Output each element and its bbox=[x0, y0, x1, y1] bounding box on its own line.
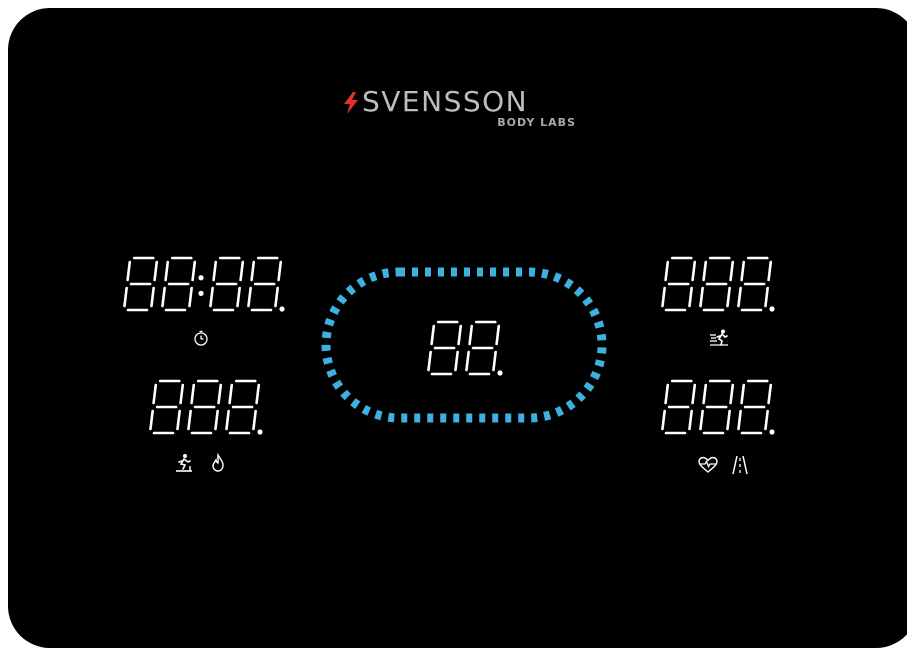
segment-digit bbox=[149, 379, 185, 435]
segment-e bbox=[737, 286, 742, 308]
segment-f bbox=[740, 383, 746, 405]
segment-c bbox=[764, 409, 769, 431]
segment-digit bbox=[225, 379, 261, 435]
segment-e bbox=[123, 286, 128, 308]
brand-subtitle: BODY LABS bbox=[497, 116, 576, 129]
heart-rate-icon bbox=[698, 456, 718, 473]
segment-digit bbox=[699, 256, 735, 312]
segment-e bbox=[247, 286, 252, 308]
segment-c bbox=[274, 286, 279, 308]
segment-e bbox=[187, 409, 192, 431]
segment-c bbox=[150, 286, 155, 308]
segment-b bbox=[729, 260, 735, 282]
segment-f bbox=[702, 260, 708, 282]
decimal-point bbox=[769, 306, 775, 312]
segment-c bbox=[176, 409, 181, 431]
brand-name: SVENSSON bbox=[362, 85, 529, 118]
progress-track bbox=[321, 267, 607, 423]
segment-b bbox=[255, 383, 261, 405]
segment-e bbox=[209, 286, 214, 308]
segment-e bbox=[661, 286, 666, 308]
segment-c bbox=[688, 286, 693, 308]
segment-f bbox=[126, 260, 132, 282]
segment-f bbox=[152, 383, 158, 405]
lightning-bolt-icon bbox=[344, 92, 358, 114]
segment-b bbox=[767, 260, 773, 282]
segment-f bbox=[664, 383, 670, 405]
segment-c bbox=[726, 409, 731, 431]
segment-f bbox=[228, 383, 234, 405]
flame-icon bbox=[212, 453, 224, 472]
segment-digit bbox=[661, 256, 697, 312]
segment-c bbox=[688, 409, 693, 431]
segment-e bbox=[225, 409, 230, 431]
bottom-right-display bbox=[661, 379, 775, 435]
segment-f bbox=[250, 260, 256, 282]
segment-digit bbox=[661, 379, 697, 435]
segment-digit bbox=[123, 256, 159, 312]
top-right-display bbox=[661, 256, 775, 312]
colon-dot bbox=[198, 290, 204, 296]
segment-digit bbox=[187, 379, 223, 435]
time-display bbox=[123, 256, 285, 312]
segment-b bbox=[191, 260, 197, 282]
segment-digit bbox=[209, 256, 245, 312]
segment-f bbox=[164, 260, 170, 282]
segment-b bbox=[729, 383, 735, 405]
segment-c bbox=[214, 409, 219, 431]
segment-f bbox=[702, 383, 708, 405]
segment-b bbox=[153, 260, 159, 282]
road-distance-icon bbox=[732, 455, 748, 475]
segment-f bbox=[190, 383, 196, 405]
segment-digit bbox=[737, 256, 773, 312]
segment-digit bbox=[161, 256, 197, 312]
treadmill-runner-icon bbox=[176, 454, 192, 472]
running-speed-icon bbox=[710, 329, 728, 346]
segment-c bbox=[252, 409, 257, 431]
segment-c bbox=[764, 286, 769, 308]
segment-c bbox=[726, 286, 731, 308]
segment-f bbox=[212, 260, 218, 282]
decimal-point bbox=[257, 429, 263, 435]
progress-track-dashes bbox=[321, 267, 607, 423]
segment-e bbox=[737, 409, 742, 431]
segment-e bbox=[149, 409, 154, 431]
segment-b bbox=[277, 260, 283, 282]
speed-display bbox=[149, 379, 263, 435]
segment-b bbox=[239, 260, 245, 282]
segment-e bbox=[699, 286, 704, 308]
segment-b bbox=[217, 383, 223, 405]
segment-b bbox=[691, 260, 697, 282]
stopwatch-icon bbox=[194, 330, 208, 346]
segment-b bbox=[691, 383, 697, 405]
decimal-point bbox=[769, 429, 775, 435]
segment-digit bbox=[699, 379, 735, 435]
segment-e bbox=[699, 409, 704, 431]
colon-dot bbox=[198, 275, 204, 281]
segment-digit bbox=[737, 379, 773, 435]
segment-c bbox=[188, 286, 193, 308]
segment-c bbox=[236, 286, 241, 308]
segment-b bbox=[767, 383, 773, 405]
segment-f bbox=[740, 260, 746, 282]
brand-logo: SVENSSON BODY LABS bbox=[342, 86, 582, 134]
decimal-point bbox=[279, 306, 285, 312]
segment-e bbox=[661, 409, 666, 431]
segment-f bbox=[664, 260, 670, 282]
segment-b bbox=[179, 383, 185, 405]
segment-digit bbox=[247, 256, 283, 312]
segment-e bbox=[161, 286, 166, 308]
